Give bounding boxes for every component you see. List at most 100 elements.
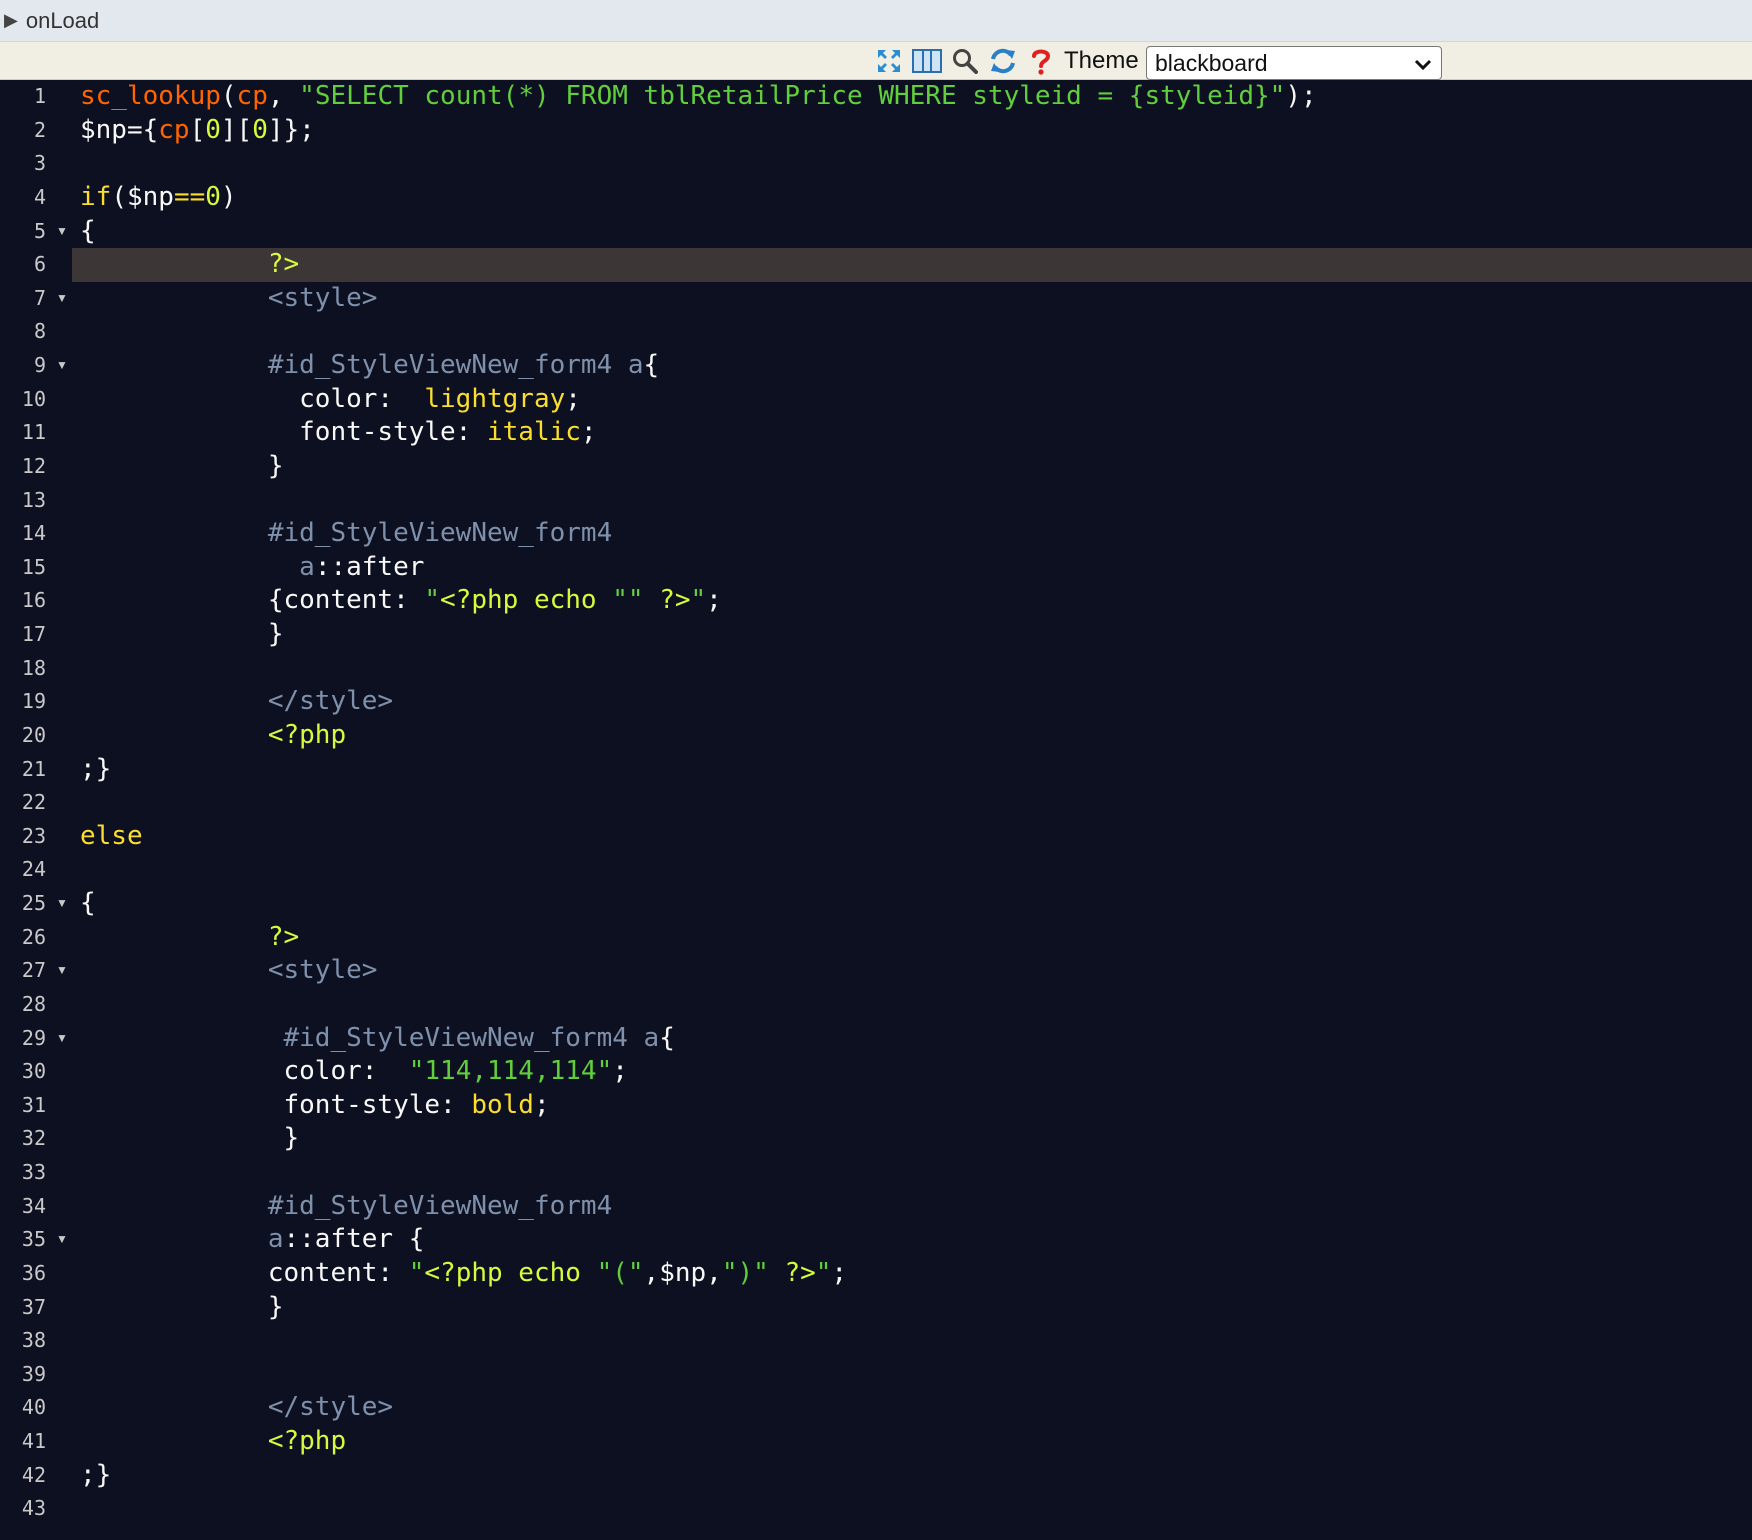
code-line[interactable]: 26 ?> [0,921,1752,955]
code-text: a::after [80,551,424,585]
code-line[interactable]: 29 ▼ #id_StyleViewNew_form4 a{ [0,1022,1752,1056]
code-line[interactable]: 7 ▼ <style> [0,282,1752,316]
chevron-down-icon [1413,53,1433,80]
expand-toggle-icon[interactable]: ▶ [4,10,18,31]
code-line[interactable]: 1 sc_lookup(cp, "SELECT count(*) FROM tbl… [0,80,1752,114]
code-line[interactable]: 40 </style> [0,1391,1752,1425]
code-line[interactable]: 8 [0,315,1752,349]
code-line[interactable]: 6 ?> [0,248,1752,282]
code-line[interactable]: 35 ▼ a::after { [0,1223,1752,1257]
code-token: <style> [267,282,378,313]
code-token: #id_StyleViewNew_form4 a [267,350,644,380]
code-text: #id_StyleViewNew_form4 [80,1190,612,1224]
theme-select[interactable]: blackboard [1146,46,1442,80]
code-line[interactable]: 36 content: "<?php echo "(",$np,")" ?>"; [0,1257,1752,1291]
line-number: 33 [21,1160,46,1184]
code-line[interactable]: 41 <?php [0,1425,1752,1459]
fold-toggle-icon[interactable]: ▼ [56,349,70,383]
fold-toggle-icon[interactable]: ▼ [56,215,70,249]
code-line[interactable]: 18 [0,652,1752,686]
search-icon[interactable] [949,46,981,76]
line-number: 37 [21,1294,46,1319]
columns-icon[interactable] [911,46,943,76]
code-line[interactable]: 27 ▼ <style> [0,954,1752,988]
code-line[interactable]: 28 [0,988,1752,1022]
code-token: ); [1285,81,1317,111]
code-text: { [80,887,96,921]
code-line[interactable]: 17 } [0,618,1752,652]
code-line[interactable]: 39 [0,1358,1752,1392]
line-number: 4 [33,184,46,209]
code-line[interactable]: 32 } [0,1122,1752,1156]
code-token: font-style: [80,417,487,448]
code-line[interactable]: 16 {content: "<?php echo "" ?>"; [0,584,1752,618]
code-line[interactable]: 34 #id_StyleViewNew_form4 [0,1190,1752,1224]
event-header[interactable]: ▶ onLoad [0,0,1752,42]
line-number: 2 [33,117,46,142]
code-text: #id_StyleViewNew_form4 a{ [80,1022,675,1056]
code-line[interactable]: 33 [0,1156,1752,1190]
fold-toggle-icon[interactable]: ▼ [56,1223,70,1257]
code-line[interactable]: 23 else [0,820,1752,854]
code-token: 0 [205,181,221,212]
code-line[interactable]: 19 </style> [0,685,1752,719]
code-token: <?php [267,1426,347,1456]
line-number: 27 [21,958,46,983]
code-token: ][ [220,114,253,145]
code-token: cp [158,114,190,145]
code-token: #id_StyleViewNew_form4 [267,518,613,549]
code-line[interactable]: 4 if($np==0) [0,181,1752,215]
code-line[interactable]: 9 ▼ #id_StyleViewNew_form4 a{ [0,349,1752,383]
code-token: bold [471,1089,534,1120]
code-token: ) [220,181,237,212]
code-text: font-style: italic; [80,416,596,450]
code-token: <?php [267,719,347,750]
code-line[interactable]: 25 ▼ { [0,887,1752,921]
code-token: ?> [267,249,300,280]
code-editor[interactable]: 1 sc_lookup(cp, "SELECT count(*) FROM tbl… [0,80,1752,1540]
code-line[interactable]: 43 [0,1492,1752,1526]
code-token: lightgray [424,383,566,414]
code-line[interactable]: 38 [0,1324,1752,1358]
code-token: {content: [80,585,425,616]
code-token: { [80,888,96,918]
fold-toggle-icon[interactable]: ▼ [56,954,70,988]
code-line[interactable]: 5 ▼ { [0,215,1752,249]
code-line[interactable]: 30 color: "114,114,114"; [0,1055,1752,1089]
code-line[interactable]: 10 color: lightgray; [0,383,1752,417]
code-token: </style> [267,1392,394,1423]
code-text: <style> [80,282,378,316]
code-line[interactable]: 12 } [0,450,1752,484]
fold-toggle-icon[interactable]: ▼ [56,887,70,921]
code-line[interactable]: 3 [0,147,1752,181]
fold-toggle-icon[interactable]: ▼ [56,282,70,316]
fold-toggle-icon[interactable]: ▼ [56,1022,70,1056]
theme-select-value: blackboard [1155,49,1268,76]
line-number: 43 [21,1496,46,1521]
code-text: <?php [80,1425,346,1459]
code-line[interactable]: 13 [0,484,1752,518]
code-line[interactable]: 31 font-style: bold; [0,1089,1752,1123]
code-text: </style> [80,685,393,719]
fullscreen-icon[interactable] [873,46,905,76]
code-line[interactable]: 15 a::after [0,551,1752,585]
code-token: color: [80,1056,409,1087]
code-line[interactable]: 37 } [0,1291,1752,1325]
code-token: " [815,1257,832,1288]
code-line[interactable]: 11 font-style: italic; [0,416,1752,450]
code-line[interactable]: 14 #id_StyleViewNew_form4 [0,517,1752,551]
code-line[interactable]: 24 [0,853,1752,887]
line-number: 10 [21,386,46,411]
code-line[interactable]: 20 <?php [0,719,1752,753]
code-line[interactable]: 2 $np={cp[0][0]}; [0,114,1752,148]
refresh-icon[interactable] [987,46,1019,76]
code-line[interactable]: 42;} [0,1459,1752,1493]
code-line[interactable]: 22 [0,786,1752,820]
line-number: 5 [33,218,46,243]
code-line[interactable]: 21;} [0,753,1752,787]
code-text: $np={cp[0][0]}; [80,114,315,148]
code-token: } [80,1291,284,1322]
help-icon[interactable] [1025,46,1057,76]
